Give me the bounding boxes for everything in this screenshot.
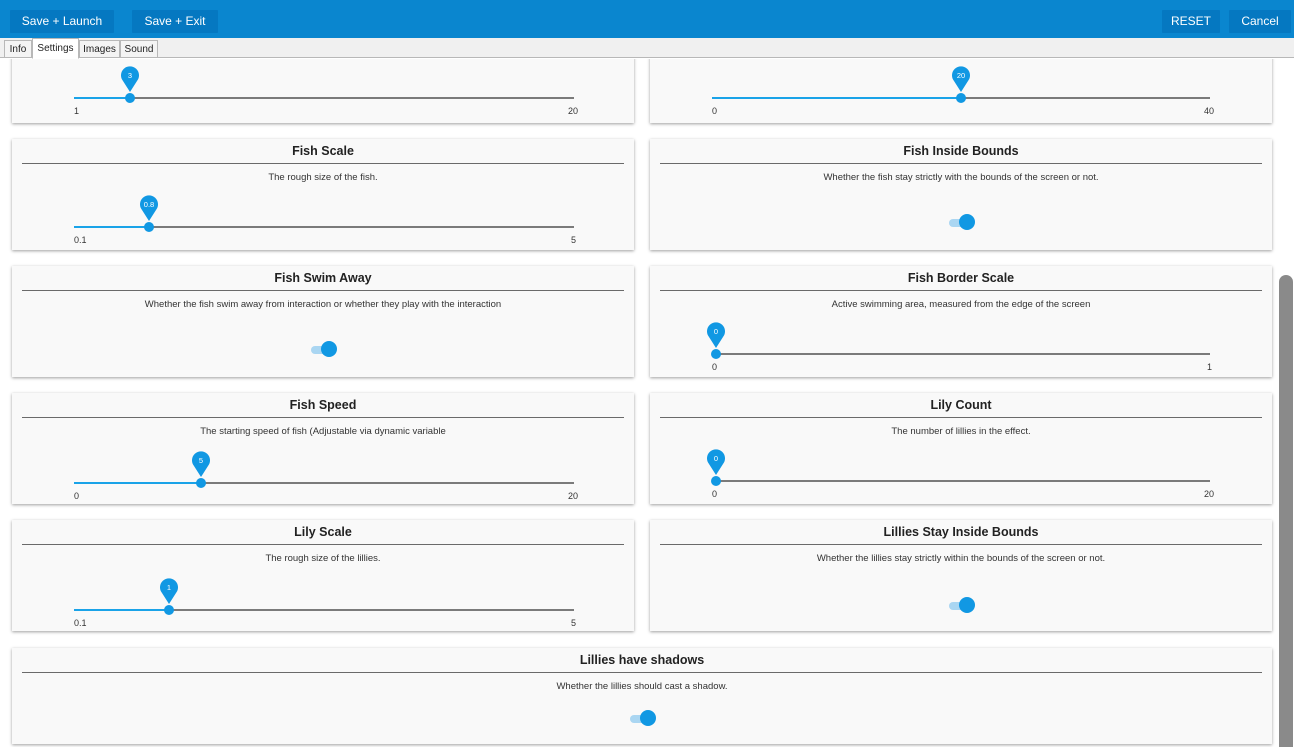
toggle-knob [321, 341, 337, 357]
slider-min-label: 1 [74, 106, 80, 116]
slider-track[interactable]: 0.8 0.1 5 [74, 195, 576, 245]
setting-card-lily-count: Lily Count The number of lillies in the … [650, 393, 1272, 504]
setting-title: Lillies Stay Inside Bounds [883, 525, 1039, 539]
divider [660, 417, 1262, 418]
setting-title: Fish Inside Bounds [903, 144, 1019, 158]
tab-settings[interactable]: Settings [32, 38, 79, 59]
setting-title: Fish Border Scale [907, 271, 1015, 285]
setting-card: 3 1 20 [12, 59, 634, 123]
slider-max-label: 5 [570, 235, 576, 245]
save-launch-button[interactable]: Save + Launch [10, 10, 114, 33]
slider-max-label: 1 [1206, 362, 1212, 372]
slider-max-label: 5 [570, 618, 576, 628]
divider [22, 544, 624, 545]
setting-description: Active swimming area, measured from the … [831, 299, 1091, 310]
tab-bar: Info Settings Images Sound [0, 38, 1294, 59]
setting-card-fish-inside-bounds: Fish Inside Bounds Whether the fish stay… [650, 139, 1272, 250]
setting-title: Fish Speed [289, 398, 357, 412]
vertical-scrollbar[interactable] [1279, 275, 1293, 747]
setting-description: Whether the lillies stay strictly within… [816, 553, 1106, 564]
slider-fill [74, 482, 201, 484]
toggle-knob [959, 597, 975, 613]
slider-value: 0 [713, 454, 719, 463]
setting-card-fish-scale: Fish Scale The rough size of the fish. 0… [12, 139, 634, 250]
setting-title: Fish Swim Away [274, 271, 372, 285]
setting-title: Lillies have shadows [579, 653, 705, 667]
setting-description: Whether the fish swim away from interact… [144, 299, 502, 310]
toggle-knob [640, 710, 656, 726]
slider-thumb[interactable] [164, 605, 174, 615]
slider-value: 5 [198, 456, 204, 465]
setting-title: Lily Scale [294, 525, 352, 539]
slider-min-label: 0.1 [74, 618, 87, 628]
setting-description: The number of lillies in the effect. [891, 426, 1031, 437]
reset-button[interactable]: RESET [1162, 10, 1220, 33]
setting-card-lillies-have-shadows: Lillies have shadows Whether the lillies… [12, 648, 1272, 744]
slider-max-label: 20 [567, 106, 578, 116]
slider-fill [712, 97, 961, 99]
slider-track[interactable]: 1 0.1 5 [74, 578, 576, 628]
slider-track[interactable]: 0 0 20 [707, 449, 1214, 499]
setting-card-fish-swim-away: Fish Swim Away Whether the fish swim awa… [12, 266, 634, 377]
setting-title: Fish Scale [292, 144, 354, 158]
slider-value: 3 [127, 71, 133, 80]
slider-value: 0.8 [143, 200, 155, 209]
slider-thumb[interactable] [711, 349, 721, 359]
setting-card-fish-border-scale: Fish Border Scale Active swimming area, … [650, 266, 1272, 377]
setting-card: 20 0 40 [650, 59, 1272, 123]
toggle-switch[interactable] [949, 597, 977, 615]
setting-description: Whether the lillies should cast a shadow… [556, 681, 728, 692]
toggle-switch[interactable] [311, 341, 339, 359]
slider-max-label: 20 [1203, 489, 1214, 499]
divider [22, 163, 624, 164]
tab-sound[interactable]: Sound [120, 40, 158, 58]
slider-value: 20 [956, 71, 966, 80]
slider-min-label: 0 [712, 106, 718, 116]
slider-min-label: 0.1 [74, 235, 87, 245]
setting-title: Lily Count [930, 398, 992, 412]
slider-fill [74, 226, 149, 228]
divider [22, 290, 624, 291]
slider-thumb[interactable] [711, 476, 721, 486]
tab-images[interactable]: Images [79, 40, 120, 58]
slider-track[interactable]: 0 0 1 [707, 322, 1212, 372]
slider-min-label: 0 [712, 489, 718, 499]
divider [660, 544, 1262, 545]
divider [22, 672, 1262, 673]
setting-description: The starting speed of fish (Adjustable v… [200, 426, 446, 437]
slider-track[interactable]: 20 0 40 [712, 66, 1214, 116]
setting-description: Whether the fish stay strictly with the … [823, 172, 1099, 183]
slider-thumb[interactable] [956, 93, 966, 103]
setting-card-lily-scale: Lily Scale The rough size of the lillies… [12, 520, 634, 631]
setting-description: The rough size of the fish. [268, 172, 378, 183]
settings-panel: 3 1 20 20 0 40 Fish Scale The rough size… [0, 59, 1294, 747]
setting-description: The rough size of the lillies. [265, 553, 381, 564]
slider-value: 0 [713, 327, 719, 336]
divider [22, 417, 624, 418]
slider-track[interactable]: 5 0 20 [74, 451, 578, 501]
slider-min-label: 0 [712, 362, 718, 372]
slider-fill [74, 609, 169, 611]
tab-info[interactable]: Info [4, 40, 32, 58]
slider-max-label: 40 [1203, 106, 1214, 116]
save-exit-button[interactable]: Save + Exit [132, 10, 218, 33]
slider-value: 1 [166, 583, 172, 592]
divider [660, 163, 1262, 164]
slider-min-label: 0 [74, 491, 80, 501]
toggle-switch[interactable] [630, 710, 658, 728]
slider-thumb[interactable] [125, 93, 135, 103]
top-toolbar: Save + Launch Save + Exit RESET Cancel [0, 0, 1294, 38]
slider-max-label: 20 [567, 491, 578, 501]
slider-thumb[interactable] [196, 478, 206, 488]
cancel-button[interactable]: Cancel [1229, 10, 1291, 33]
setting-card-lillies-stay-inside-bounds: Lillies Stay Inside Bounds Whether the l… [650, 520, 1272, 631]
divider [660, 290, 1262, 291]
setting-card-fish-speed: Fish Speed The starting speed of fish (A… [12, 393, 634, 504]
toggle-switch[interactable] [949, 214, 977, 232]
toggle-knob [959, 214, 975, 230]
slider-fill [74, 97, 130, 99]
slider-track[interactable]: 3 1 20 [74, 66, 578, 116]
slider-thumb[interactable] [144, 222, 154, 232]
